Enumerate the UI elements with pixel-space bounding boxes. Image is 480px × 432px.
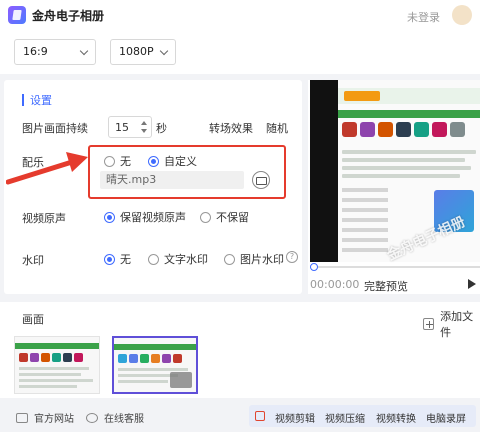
resolution-value: 1080P bbox=[119, 45, 154, 58]
music-none-label: 无 bbox=[120, 155, 131, 168]
preview-nav bbox=[338, 110, 480, 118]
title-bar: 金舟电子相册 未登录 bbox=[0, 0, 480, 30]
preview-panel: 金舟电子相册 00:00:00 完整预览 bbox=[308, 80, 480, 294]
chevron-down-icon bbox=[79, 46, 89, 56]
aspect-ratio-value: 16:9 bbox=[23, 45, 48, 58]
music-file-field[interactable]: 晴天.mp3 bbox=[100, 171, 244, 189]
online-service-label: 在线客服 bbox=[104, 414, 144, 425]
frames-title: 画面 bbox=[22, 313, 44, 326]
headset-icon bbox=[86, 412, 98, 423]
tool-video-compress[interactable]: 视频压缩 bbox=[325, 410, 365, 425]
audio-radio-drop[interactable]: 不保留 bbox=[200, 209, 249, 225]
avatar[interactable] bbox=[452, 5, 472, 25]
current-time: 00:00:00 bbox=[310, 278, 360, 291]
tool-video-edit[interactable]: 视频剪辑 bbox=[275, 410, 315, 425]
online-service-link[interactable]: 在线客服 bbox=[86, 410, 144, 425]
full-preview-button[interactable]: 完整预览 bbox=[364, 278, 408, 294]
settings-header: 设置 bbox=[22, 92, 52, 108]
watermark-text-label: 文字水印 bbox=[164, 253, 208, 266]
audio-keep-label: 保留视频原声 bbox=[120, 211, 186, 224]
preview-banner bbox=[338, 88, 480, 104]
add-file-icon bbox=[423, 318, 435, 330]
watermark-label: 水印 bbox=[22, 254, 44, 267]
official-site-label: 官方网站 bbox=[34, 414, 74, 425]
watermark-radio-none[interactable]: 无 bbox=[104, 251, 131, 267]
music-radio-custom[interactable]: 自定义 bbox=[148, 153, 197, 169]
progress-track[interactable] bbox=[310, 266, 480, 268]
music-radio-none[interactable]: 无 bbox=[104, 153, 131, 169]
video-edit-icon bbox=[255, 411, 265, 421]
help-icon[interactable]: ? bbox=[286, 251, 298, 263]
frame-thumbnail[interactable] bbox=[14, 336, 100, 394]
official-site-link[interactable]: 官方网站 bbox=[16, 410, 74, 425]
progress-knob[interactable] bbox=[310, 263, 318, 271]
stepper-up-icon[interactable] bbox=[141, 121, 147, 125]
app-logo-icon bbox=[8, 6, 26, 24]
audio-drop-label: 不保留 bbox=[216, 211, 249, 224]
preview-tags bbox=[342, 188, 388, 260]
frames-panel: 画面 添加文件 bbox=[0, 302, 480, 398]
preview-tiles bbox=[342, 122, 465, 137]
duration-value: 15 bbox=[115, 121, 129, 134]
radio-icon bbox=[104, 155, 115, 167]
app-title: 金舟电子相册 bbox=[32, 8, 105, 23]
watermark-radio-image[interactable]: 图片水印 bbox=[224, 251, 284, 267]
stepper-down-icon[interactable] bbox=[141, 129, 147, 133]
radio-selected-icon bbox=[104, 211, 115, 223]
audio-radio-keep[interactable]: 保留视频原声 bbox=[104, 209, 186, 225]
tool-video-convert[interactable]: 视频转换 bbox=[376, 410, 416, 425]
radio-selected-icon bbox=[148, 155, 159, 167]
radio-icon bbox=[148, 253, 159, 265]
music-custom-label: 自定义 bbox=[164, 155, 197, 168]
tool-screen-record[interactable]: 电脑录屏 bbox=[426, 410, 466, 425]
add-file-label: 添加文件 bbox=[440, 310, 474, 339]
duration-unit: 秒 bbox=[156, 122, 167, 135]
radio-selected-icon bbox=[104, 253, 115, 265]
duration-label: 图片画面持续 bbox=[22, 122, 88, 135]
radio-icon bbox=[200, 211, 211, 223]
play-icon[interactable] bbox=[468, 279, 476, 289]
section-marker bbox=[22, 94, 24, 106]
preview-list bbox=[342, 150, 476, 182]
add-file-button[interactable]: 添加文件 bbox=[423, 308, 480, 340]
transition-select[interactable]: 随机 bbox=[266, 120, 288, 136]
aspect-ratio-select[interactable]: 16:9 bbox=[14, 39, 96, 65]
settings-title: 设置 bbox=[30, 94, 52, 107]
duration-stepper[interactable]: 15 bbox=[108, 116, 152, 138]
preview-canvas: 金舟电子相册 bbox=[310, 80, 480, 264]
resolution-select[interactable]: 1080P bbox=[110, 39, 176, 65]
transition-label: 转场效果 bbox=[209, 122, 253, 135]
red-arrow-icon bbox=[6, 152, 88, 185]
monitor-icon bbox=[16, 412, 28, 423]
radio-icon bbox=[224, 253, 235, 265]
format-toolbar: 16:9 1080P bbox=[0, 30, 480, 74]
watermark-image-label: 图片水印 bbox=[240, 253, 284, 266]
watermark-none-label: 无 bbox=[120, 253, 131, 266]
original-audio-label: 视频原声 bbox=[22, 212, 66, 225]
frame-thumbnail-selected[interactable] bbox=[112, 336, 198, 394]
login-status[interactable]: 未登录 bbox=[407, 9, 440, 25]
watermark-radio-text[interactable]: 文字水印 bbox=[148, 251, 208, 267]
chevron-down-icon bbox=[159, 46, 169, 56]
folder-open-icon[interactable] bbox=[252, 171, 270, 189]
